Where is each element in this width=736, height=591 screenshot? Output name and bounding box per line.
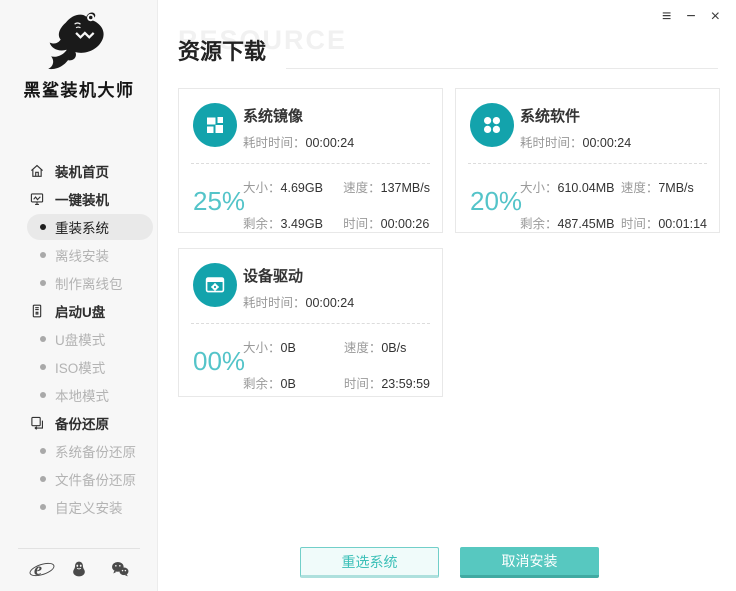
sidebar-item-backup-restore[interactable]: 备份还原 [0,409,158,437]
download-card-system-image: 系统镜像 耗时时间：00:00:24 25% 大小：4.69GB 速度：137M… [178,88,443,233]
sidebar-menu: 装机首页 一键装机 重装系统 离线安装 制作离线包 启动U盘 [0,157,158,521]
sidebar-item-label: 装机首页 [55,161,109,181]
sidebar-item-label: 文件备份还原 [55,469,136,489]
sidebar-item-one-click[interactable]: 一键装机 [0,185,158,213]
sidebar-item-system-backup-restore[interactable]: 系统备份还原 [0,437,158,465]
monitor-icon [29,191,45,207]
minimize-icon[interactable]: − [686,9,695,25]
sidebar-item-local-mode[interactable]: 本地模式 [0,381,158,409]
bullet-icon [40,476,46,482]
progress-percent: 20% [470,186,522,217]
ie-icon[interactable]: e [27,558,49,580]
stat-speed: 速度：7MB/s [621,177,707,196]
elapsed-time: 耗时时间：00:00:24 [243,132,354,151]
app-logo: 黑鲨装机大师 [0,8,158,101]
sidebar-item-offline-install[interactable]: 离线安装 [0,241,158,269]
title-underline [286,68,718,69]
dashed-divider [191,323,430,324]
bullet-icon [40,252,46,258]
sidebar-item-file-backup-restore[interactable]: 文件备份还原 [0,465,158,493]
sidebar-item-label: 本地模式 [55,385,109,405]
dashed-divider [468,163,707,164]
wechat-icon[interactable] [109,558,131,580]
app-window: 黑鲨装机大师 装机首页 一键装机 重装系统 离线安装 制作离线包 [0,0,736,591]
system-image-icon [193,103,237,147]
cancel-install-button[interactable]: 取消安装 [460,547,599,578]
stat-time: 时间：00:00:26 [343,213,430,232]
system-software-icon [470,103,514,147]
sidebar-item-home[interactable]: 装机首页 [0,157,158,185]
stat-time: 时间：00:01:14 [621,213,707,232]
sidebar-item-label: 备份还原 [55,413,109,433]
shark-logo-icon [42,8,116,74]
close-icon[interactable]: × [711,9,720,25]
sidebar-item-label: 自定义安装 [55,497,123,517]
card-title: 设备驱动 [243,265,303,286]
download-stats: 大小：4.69GB 速度：137MB/s 剩余：3.49GB 时间：00:00:… [243,177,430,232]
elapsed-time: 耗时时间：00:00:24 [520,132,631,151]
home-icon [29,163,45,179]
progress-percent: 25% [193,186,245,217]
bullet-icon [40,280,46,286]
main-content: ≡ − × RESOURCE 资源下载 系统镜像 耗时时间：00:00:24 2… [158,0,736,591]
device-driver-icon [193,263,237,307]
bullet-icon [40,336,46,342]
download-card-device-driver: 设备驱动 耗时时间：00:00:24 00% 大小：0B 速度：0B/s 剩余：… [178,248,443,397]
sidebar-item-custom-install[interactable]: 自定义安装 [0,493,158,521]
sidebar-item-make-offline-pack[interactable]: 制作离线包 [0,269,158,297]
progress-percent: 00% [193,346,245,377]
stat-size: 大小：4.69GB [243,177,323,196]
window-controls: ≡ − × [662,9,720,25]
sidebar-item-reinstall-system[interactable]: 重装系统 [0,213,158,241]
stat-size: 大小：0B [243,337,296,356]
sidebar-item-label: U盘模式 [55,329,105,349]
bullet-icon [40,504,46,510]
bullet-icon [40,364,46,370]
elapsed-time: 耗时时间：00:00:24 [243,292,354,311]
sidebar-item-label: 系统备份还原 [55,441,136,461]
sidebar-item-label: 一键装机 [55,189,109,209]
sidebar-item-label: 制作离线包 [55,273,123,293]
stat-remaining: 剩余：3.49GB [243,213,323,232]
sidebar-footer: e [0,548,158,591]
reselect-system-button[interactable]: 重选系统 [300,547,439,578]
stat-remaining: 剩余：487.45MB [520,213,615,232]
sidebar-item-label: 离线安装 [55,245,109,265]
download-stats: 大小：610.04MB 速度：7MB/s 剩余：487.45MB 时间：00:0… [520,177,707,232]
sidebar: 黑鲨装机大师 装机首页 一键装机 重装系统 离线安装 制作离线包 [0,0,158,591]
download-stats: 大小：0B 速度：0B/s 剩余：0B 时间：23:59:59 [243,337,430,392]
restore-icon [29,415,45,431]
download-card-system-software: 系统软件 耗时时间：00:00:24 20% 大小：610.04MB 速度：7M… [455,88,720,233]
card-title: 系统镜像 [243,105,303,126]
sidebar-item-iso-mode[interactable]: ISO模式 [0,353,158,381]
sidebar-item-label: 重装系统 [55,217,109,237]
usb-icon [29,303,45,319]
dashed-divider [191,163,430,164]
page-title: 资源下载 [178,34,266,66]
sidebar-item-label: 启动U盘 [55,301,105,321]
stat-size: 大小：610.04MB [520,177,615,196]
bullet-icon [40,448,46,454]
qq-icon[interactable] [68,558,90,580]
bullet-icon [40,224,46,230]
sidebar-item-boot-usb[interactable]: 启动U盘 [0,297,158,325]
sidebar-item-usb-mode[interactable]: U盘模式 [0,325,158,353]
app-name: 黑鲨装机大师 [0,76,158,101]
bullet-icon [40,392,46,398]
stat-time: 时间：23:59:59 [344,373,430,392]
sidebar-item-label: ISO模式 [55,357,105,377]
stat-speed: 速度：137MB/s [343,177,430,196]
card-title: 系统软件 [520,105,580,126]
menu-icon[interactable]: ≡ [662,9,671,25]
stat-speed: 速度：0B/s [344,337,430,356]
stat-remaining: 剩余：0B [243,373,296,392]
